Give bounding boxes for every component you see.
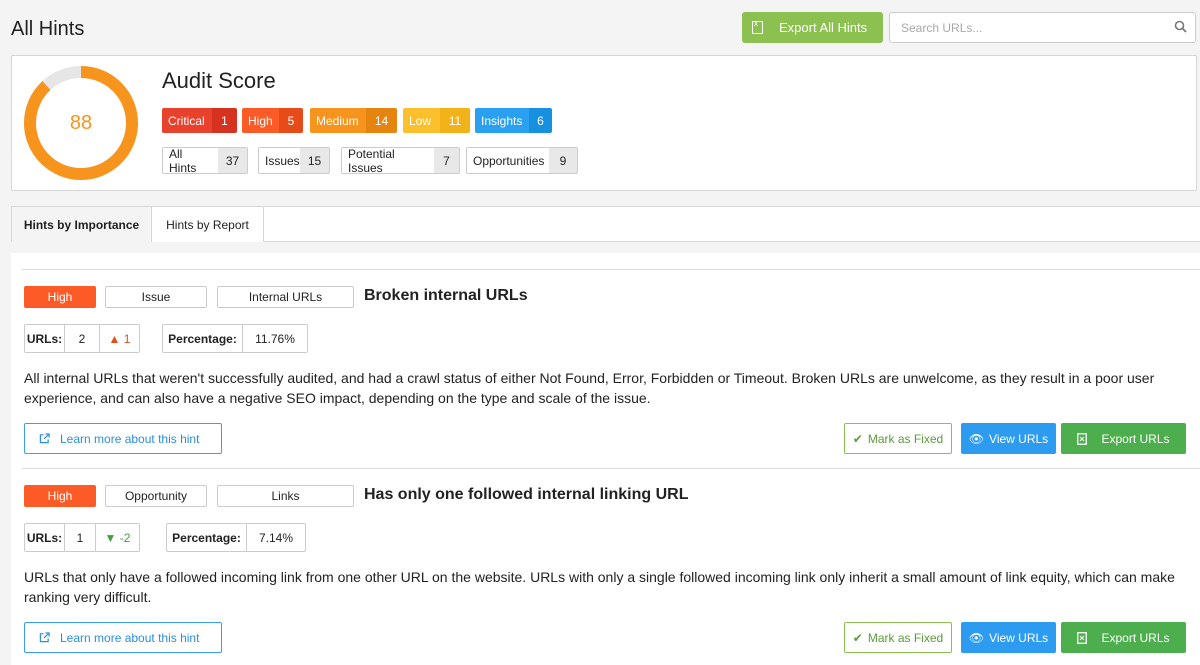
external-link-icon: [39, 632, 50, 643]
check-icon: ✔: [852, 431, 863, 446]
export-all-hints-label: Export All Hints: [779, 20, 868, 35]
category-label: Issues: [259, 148, 300, 173]
severity-count: 1: [212, 108, 237, 133]
severity-count: 5: [279, 108, 303, 133]
learn-more-link[interactable]: Learn more about this hint: [24, 423, 222, 454]
hints-tabs: Hints by Importance Hints by Report: [11, 206, 1200, 242]
tab-hints-by-importance[interactable]: Hints by Importance: [12, 207, 152, 242]
category-all-hints[interactable]: All Hints 37: [162, 147, 248, 174]
hints-list: High Issue Internal URLs Broken internal…: [11, 253, 1200, 665]
category-count: 7: [434, 148, 459, 173]
priority-badge: High: [24, 485, 96, 507]
mark-as-fixed-label: Mark as Fixed: [867, 431, 944, 446]
severity-insights[interactable]: Insights 6: [475, 108, 552, 133]
eye-icon: 👁: [968, 431, 985, 446]
search-icon[interactable]: [1174, 20, 1187, 33]
hint-description: URLs that only have a followed incoming …: [24, 569, 1175, 605]
urls-count: 1: [76, 530, 84, 545]
percentage-value: 11.76%: [255, 331, 295, 346]
severity-label: Low: [403, 108, 440, 133]
export-urls-label: Export URLs: [1101, 630, 1170, 645]
severity-count: 6: [529, 108, 552, 133]
urls-count: 2: [78, 331, 86, 346]
excel-file-icon: [1077, 432, 1088, 445]
percentage-stat: Percentage: 11.76%: [162, 324, 308, 353]
category-label: Opportunities: [467, 148, 549, 173]
hint-section-badge: Internal URLs: [217, 286, 354, 308]
severity-count: 14: [366, 108, 397, 133]
category-count: 9: [549, 148, 577, 173]
view-urls-button[interactable]: 👁 View URLs: [961, 622, 1056, 653]
search-input[interactable]: [889, 12, 1196, 43]
view-urls-label: View URLs: [989, 431, 1049, 446]
category-count: 37: [218, 148, 247, 173]
export-urls-button[interactable]: Export URLs: [1061, 622, 1186, 653]
divider: [22, 269, 1200, 270]
view-urls-button[interactable]: 👁 View URLs: [961, 423, 1056, 454]
audit-score-panel: 88 Audit Score Critical 1 High 5 Medium …: [11, 55, 1197, 191]
export-urls-button[interactable]: Export URLs: [1061, 423, 1186, 454]
severity-low[interactable]: Low 11: [403, 108, 470, 133]
divider: [22, 468, 1200, 469]
category-issues[interactable]: Issues 15: [258, 147, 330, 174]
tab-hints-by-report[interactable]: Hints by Report: [152, 207, 264, 242]
severity-critical[interactable]: Critical 1: [162, 108, 237, 133]
export-urls-label: Export URLs: [1101, 431, 1170, 446]
excel-file-icon: [1077, 631, 1088, 644]
urls-trend: ▲ 1: [99, 325, 139, 352]
category-count: 15: [300, 148, 329, 173]
urls-stat: URLs: 2 ▲ 1: [24, 324, 140, 353]
hint-section-badge: Links: [217, 485, 354, 507]
view-urls-label: View URLs: [989, 630, 1049, 645]
urls-label: URLs:: [25, 325, 65, 352]
mark-as-fixed-button[interactable]: ✔ Mark as Fixed: [844, 622, 952, 653]
category-label: Potential Issues: [342, 148, 434, 173]
external-link-icon: [39, 433, 50, 444]
percentage-stat: Percentage: 7.14%: [166, 523, 306, 552]
severity-label: High: [242, 108, 279, 133]
urls-trend: ▼ -2: [95, 524, 139, 551]
learn-more-link[interactable]: Learn more about this hint: [24, 622, 222, 653]
urls-stat: URLs: 1 ▼ -2: [24, 523, 140, 552]
hint-type-badge: Issue: [105, 286, 207, 308]
percentage-label: Percentage:: [167, 524, 247, 551]
severity-count: 11: [440, 108, 470, 133]
mark-as-fixed-button[interactable]: ✔ Mark as Fixed: [844, 423, 952, 454]
audit-score-title: Audit Score: [162, 68, 276, 93]
score-value: 88: [69, 111, 93, 134]
check-icon: ✔: [852, 630, 863, 645]
excel-file-icon: [752, 19, 763, 34]
severity-high[interactable]: High 5: [242, 108, 303, 133]
mark-as-fixed-label: Mark as Fixed: [867, 630, 944, 645]
learn-more-label: Learn more about this hint: [60, 431, 200, 446]
severity-label: Medium: [310, 108, 366, 133]
hint-title[interactable]: Has only one followed internal linking U…: [364, 486, 688, 504]
eye-icon: 👁: [968, 630, 985, 645]
learn-more-label: Learn more about this hint: [60, 630, 200, 645]
export-all-hints-button[interactable]: Export All Hints: [742, 12, 883, 43]
percentage-value: 7.14%: [258, 530, 294, 545]
category-potential-issues[interactable]: Potential Issues 7: [341, 147, 460, 174]
page-title: All Hints: [11, 18, 85, 40]
category-opportunities[interactable]: Opportunities 9: [466, 147, 578, 174]
hint-title[interactable]: Broken internal URLs: [364, 287, 528, 305]
severity-medium[interactable]: Medium 14: [310, 108, 397, 133]
severity-label: Insights: [475, 108, 529, 133]
priority-badge: High: [24, 286, 96, 308]
hint-type-badge: Opportunity: [105, 485, 207, 507]
category-label: All Hints: [163, 148, 218, 173]
percentage-label: Percentage:: [163, 325, 243, 352]
severity-label: Critical: [162, 108, 212, 133]
urls-label: URLs:: [25, 524, 65, 551]
hint-description: All internal URLs that weren't successfu…: [24, 370, 1155, 406]
